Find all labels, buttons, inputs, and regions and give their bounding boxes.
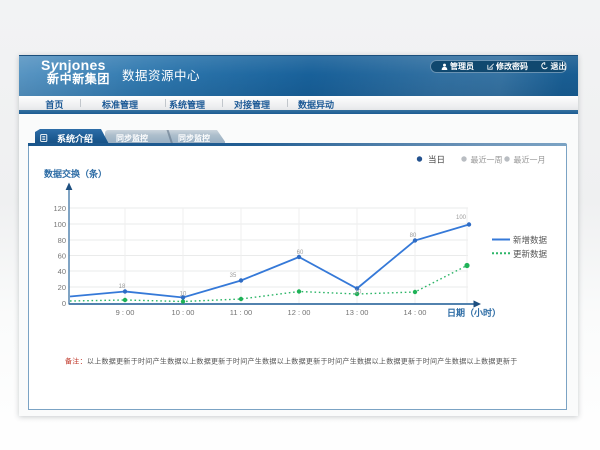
svg-text:60: 60 [297,250,304,256]
svg-text:10: 10 [180,292,187,298]
svg-text:60: 60 [58,251,66,260]
svg-text:20: 20 [58,283,66,292]
svg-text:14 : 00: 14 : 00 [404,308,427,317]
svg-text:10 : 00: 10 : 00 [172,308,195,317]
svg-text:18: 18 [119,284,126,290]
svg-text:100: 100 [456,215,467,221]
svg-text:12 : 00: 12 : 00 [288,308,311,317]
svg-text:当日: 当日 [428,155,445,165]
svg-text:10: 10 [355,290,362,296]
svg-text:备注：以上数据更新于时间产生数据以上数据更新于时间产生数据以: 备注：以上数据更新于时间产生数据以上数据更新于时间产生数据以上数据更新于时间产生… [65,356,518,365]
svg-text:11 : 00: 11 : 00 [230,308,252,317]
svg-text:日期（小时）: 日期（小时） [447,307,501,318]
svg-text:更新数据: 更新数据 [513,249,548,259]
svg-text:0: 0 [62,299,66,308]
svg-text:35: 35 [230,273,237,279]
svg-text:13 : 00: 13 : 00 [346,308,369,317]
svg-text:40: 40 [58,267,66,276]
svg-text:9 : 00: 9 : 00 [116,308,135,317]
svg-text:100: 100 [53,220,66,229]
svg-text:数据交换（条）: 数据交换（条） [44,168,107,179]
svg-text:80: 80 [410,233,417,239]
svg-text:最近一周: 最近一周 [471,155,503,165]
svg-text:120: 120 [53,204,66,213]
svg-text:新增数据: 新增数据 [513,235,548,245]
svg-text:最近一月: 最近一月 [514,155,546,165]
svg-text:80: 80 [58,236,66,245]
